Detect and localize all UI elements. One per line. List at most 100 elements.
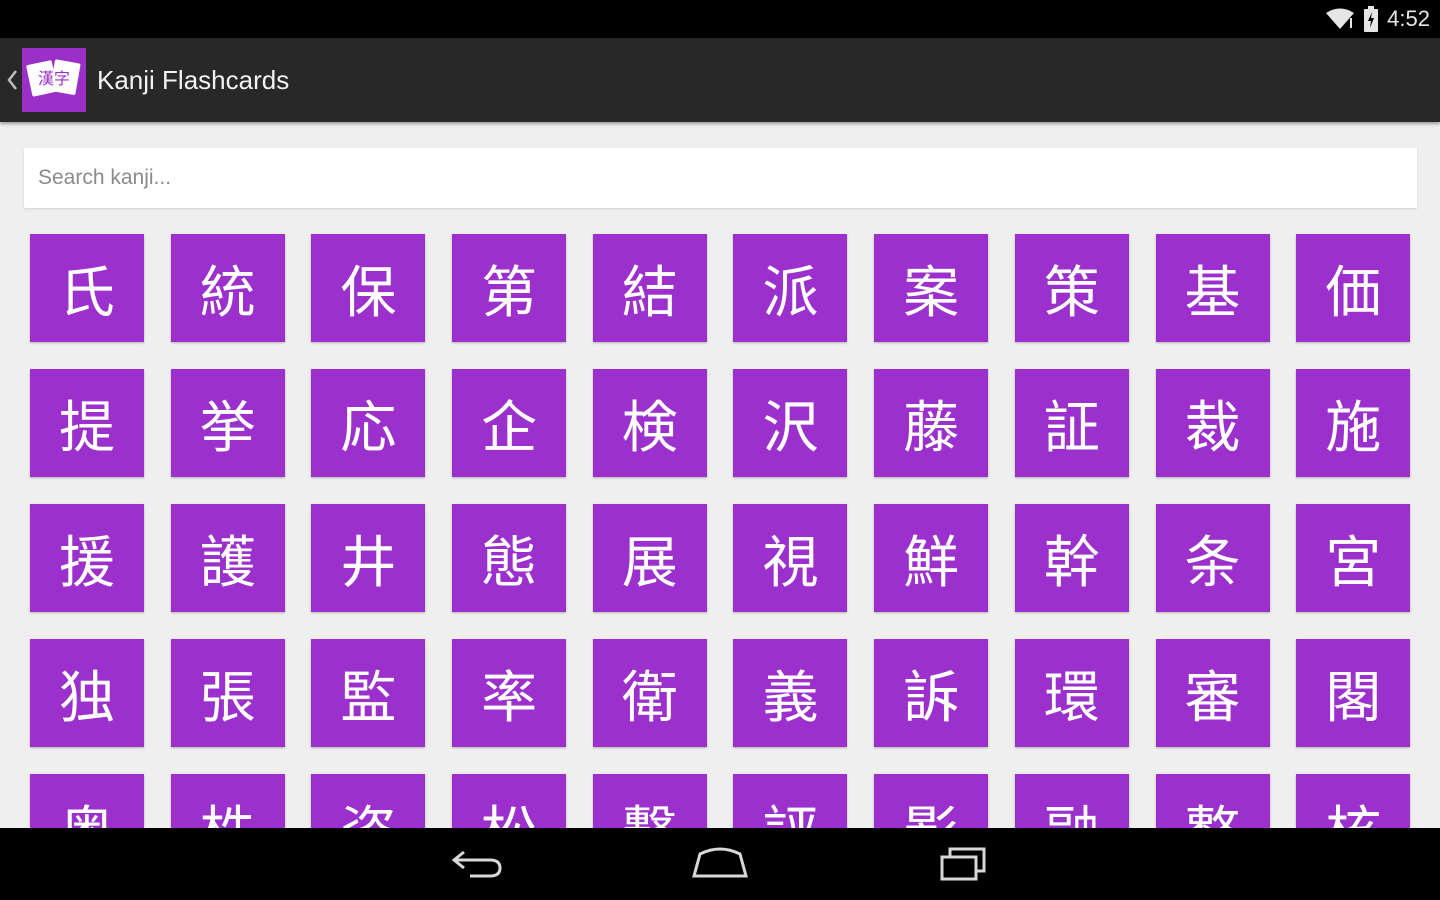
back-icon[interactable] [428, 836, 528, 892]
kanji-tile[interactable]: 態 [452, 504, 567, 612]
kanji-character: 影 [903, 788, 959, 829]
kanji-tile[interactable]: 撃 [592, 774, 707, 829]
kanji-tile[interactable]: 援 [30, 504, 144, 612]
kanji-tile[interactable]: 護 [170, 504, 285, 612]
kanji-character: 閣 [1325, 665, 1382, 731]
kanji-tile[interactable]: 率 [452, 639, 567, 747]
kanji-tile[interactable]: 策 [1014, 234, 1129, 342]
kanji-character: 監 [340, 665, 397, 731]
kanji-character: 護 [199, 530, 256, 596]
kanji-character: 評 [762, 788, 818, 829]
kanji-character: 株 [200, 788, 256, 829]
kanji-character: 環 [1043, 665, 1100, 731]
kanji-character: 撃 [622, 788, 678, 829]
kanji-tile[interactable]: 条 [1155, 504, 1270, 612]
kanji-character: 宮 [1325, 530, 1382, 596]
kanji-character: 訴 [903, 665, 960, 731]
kanji-tile[interactable]: 第 [452, 234, 567, 342]
kanji-tile[interactable]: 核 [1296, 774, 1411, 829]
home-icon[interactable] [670, 836, 770, 892]
kanji-tile[interactable]: 閣 [1296, 639, 1411, 747]
kanji-tile[interactable]: 基 [1155, 234, 1270, 342]
kanji-character: 保 [340, 260, 397, 326]
kanji-character: 派 [762, 260, 819, 326]
kanji-tile[interactable]: 企 [452, 369, 567, 477]
kanji-tile[interactable]: 応 [311, 369, 426, 477]
kanji-character: 策 [1043, 260, 1100, 326]
kanji-character: 衛 [621, 665, 678, 731]
kanji-character: 視 [762, 530, 819, 596]
kanji-tile[interactable]: 裁 [1155, 369, 1270, 477]
kanji-tile[interactable]: 統 [170, 234, 285, 342]
kanji-tile[interactable]: 鮮 [874, 504, 989, 612]
kanji-tile[interactable]: 価 [1296, 234, 1411, 342]
kanji-tile[interactable]: 井 [311, 504, 426, 612]
kanji-character: 井 [340, 530, 397, 596]
status-bar: 4:52 [0, 0, 1440, 38]
kanji-tile[interactable]: 融 [1014, 774, 1129, 829]
kanji-tile[interactable]: 整 [1155, 774, 1270, 829]
kanji-tile[interactable]: 松 [452, 774, 567, 828]
kanji-tile[interactable]: 結 [592, 234, 707, 342]
recents-icon[interactable] [914, 836, 1014, 892]
wifi-icon [1325, 8, 1356, 30]
search-input[interactable] [24, 148, 1417, 208]
kanji-character: 藤 [903, 395, 960, 461]
kanji-tile[interactable]: 保 [311, 234, 426, 342]
kanji-tile[interactable]: 沢 [733, 369, 848, 477]
kanji-character: 価 [1325, 260, 1382, 326]
kanji-tile[interactable]: 姿 [311, 774, 426, 828]
kanji-character: 独 [59, 665, 115, 731]
kanji-character: 融 [1044, 788, 1100, 829]
kanji-character: 基 [1184, 260, 1241, 326]
kanji-tile[interactable]: 環 [1014, 639, 1129, 747]
kanji-tile[interactable]: 検 [592, 369, 707, 477]
kanji-tile[interactable]: 藤 [874, 369, 989, 477]
kanji-character: 氏 [59, 260, 115, 326]
kanji-tile[interactable]: 展 [592, 504, 707, 612]
kanji-character: 率 [481, 665, 538, 731]
kanji-character: 張 [199, 665, 256, 731]
kanji-tile[interactable]: 提 [30, 369, 144, 477]
kanji-tile[interactable]: 審 [1155, 639, 1270, 747]
kanji-tile[interactable]: 評 [733, 774, 848, 829]
kanji-character: 展 [621, 530, 678, 596]
kanji-tile[interactable]: 独 [30, 639, 144, 747]
kanji-character: 整 [1185, 788, 1241, 829]
kanji-character: 裁 [1184, 395, 1241, 461]
kanji-tile[interactable]: 挙 [170, 369, 285, 477]
kanji-tile[interactable]: 派 [733, 234, 848, 342]
kanji-tile[interactable]: 影 [874, 774, 989, 829]
status-time: 4:52 [1387, 6, 1430, 31]
kanji-character: 幹 [1043, 530, 1100, 596]
kanji-tile[interactable]: 義 [733, 639, 848, 747]
kanji-tile[interactable]: 監 [311, 639, 426, 747]
kanji-tile[interactable]: 氏 [30, 234, 144, 342]
battery-icon [1363, 6, 1379, 32]
kanji-tile[interactable]: 案 [874, 234, 989, 342]
kanji-tile[interactable]: 証 [1014, 369, 1129, 477]
kanji-tile[interactable]: 訴 [874, 639, 989, 747]
kanji-tile[interactable]: 奥 [30, 774, 144, 828]
app-title: Kanji Flashcards [97, 65, 290, 95]
kanji-character: 結 [621, 260, 678, 326]
kanji-tile[interactable]: 幹 [1014, 504, 1129, 612]
kanji-character: 核 [1325, 788, 1381, 829]
kanji-tile[interactable]: 施 [1296, 369, 1411, 477]
logo-text: 漢字 [38, 69, 70, 88]
chevron-left-icon[interactable] [4, 68, 20, 92]
kanji-tile[interactable]: 視 [733, 504, 848, 612]
kanji-character: 証 [1043, 395, 1100, 461]
kanji-grid-scroll[interactable]: 氏 統 保 第 結 派 案 策 基 価提 挙 応 企 検 沢 藤 証 裁 施援 護 井 態 展 視 鮮 幹 条 宮独 張 監 率 衛 義 訴 環 審 閣… [0, 232, 1440, 828]
kanji-character: 施 [1325, 395, 1382, 461]
status-icons: 4:52 [1325, 0, 1430, 38]
kanji-tile[interactable]: 株 [170, 774, 285, 829]
kanji-tile[interactable]: 衛 [592, 639, 707, 747]
app-logo[interactable]: 漢字 [22, 48, 86, 112]
kanji-tile[interactable]: 宮 [1296, 504, 1411, 612]
kanji-grid: 氏 統 保 第 結 派 案 策 基 価提 挙 応 企 検 沢 藤 証 裁 施援 護 井 態 展 視 鮮 幹 条 宮独 張 監 率 衛 義 訴 環 審 閣… [30, 234, 1411, 829]
kanji-character: 態 [481, 530, 538, 596]
kanji-character: 応 [340, 395, 397, 461]
kanji-character: 案 [903, 260, 960, 326]
kanji-tile[interactable]: 張 [170, 639, 285, 747]
